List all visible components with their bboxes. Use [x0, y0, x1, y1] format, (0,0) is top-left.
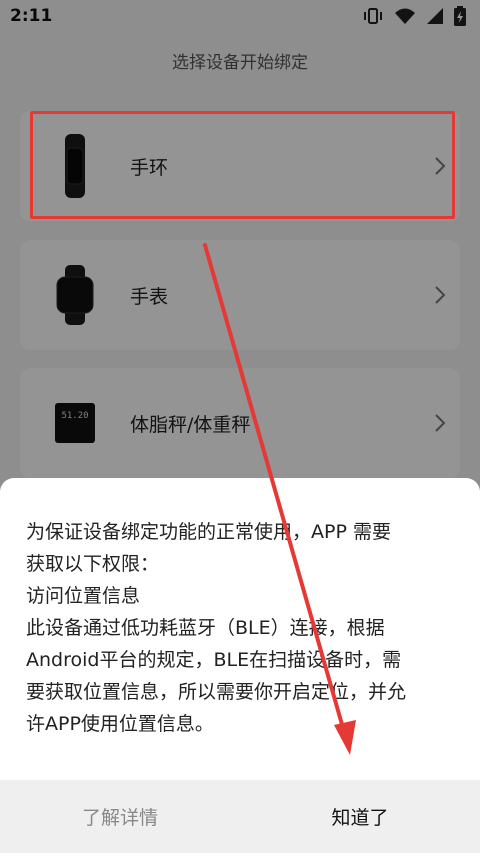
got-it-button[interactable]: 知道了 [240, 780, 480, 853]
dialog-line: 为保证设备绑定功能的正常使用，APP 需要 [26, 521, 391, 543]
dialog-message: 为保证设备绑定功能的正常使用，APP 需要 获取以下权限： 访问位置信息 此设备… [0, 478, 480, 780]
permission-dialog: 为保证设备绑定功能的正常使用，APP 需要 获取以下权限： 访问位置信息 此设备… [0, 478, 480, 853]
dialog-line: 此设备通过低功耗蓝牙（BLE）连接，根据 [26, 617, 385, 639]
dialog-line: 要获取位置信息，所以需要你开启定位，并允 [26, 681, 407, 703]
dialog-line: 获取以下权限： [26, 553, 160, 575]
dialog-line: Android平台的规定，BLE在扫描设备时，需 [26, 649, 402, 671]
dialog-line: 访问位置信息 [26, 585, 141, 607]
learn-more-button[interactable]: 了解详情 [0, 780, 240, 853]
dialog-actions: 了解详情 知道了 [0, 780, 480, 853]
dialog-line: 许APP使用位置信息。 [26, 713, 214, 735]
